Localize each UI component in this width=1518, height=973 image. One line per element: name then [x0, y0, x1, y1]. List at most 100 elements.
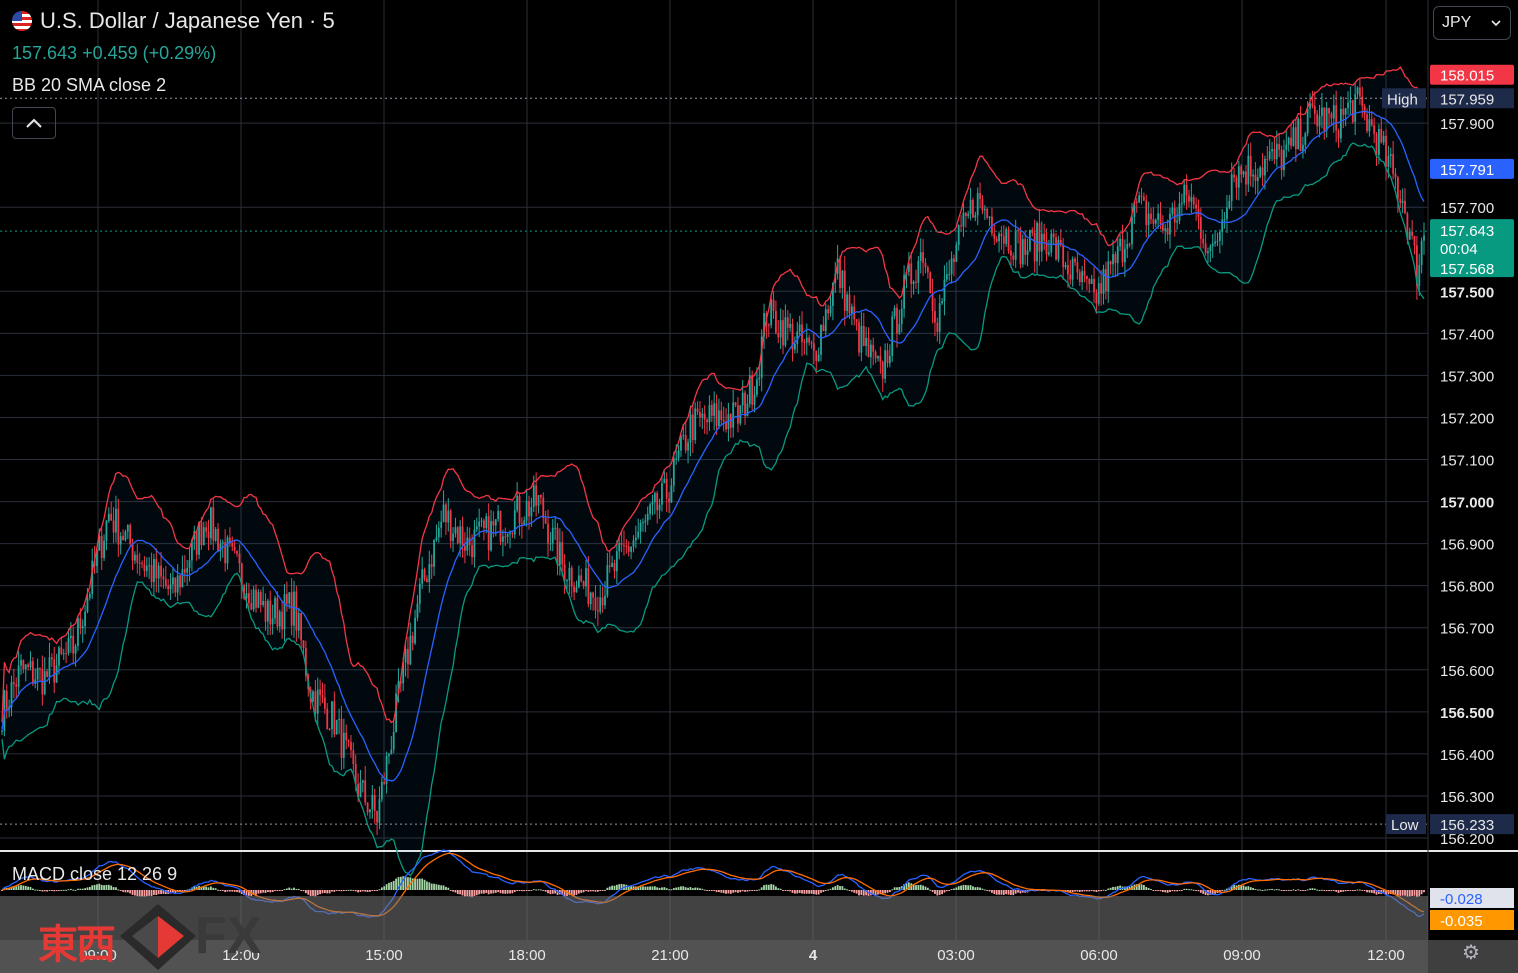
macd-histogram-bar [1271, 888, 1273, 890]
macd-histogram-bar [461, 890, 464, 896]
candle-body [1285, 144, 1288, 150]
candle-body [300, 612, 303, 641]
candle-body [1202, 238, 1205, 244]
candle-body [1145, 200, 1148, 226]
symbol-header[interactable]: U.S. Dollar / Japanese Yen · 5 [12, 8, 335, 34]
last-price-label: 157.643 [1440, 223, 1494, 240]
price-label: 157.791 [1440, 162, 1494, 179]
macd-histogram-bar [596, 890, 599, 892]
candle-body [613, 563, 616, 572]
candle-body [179, 575, 181, 588]
candle-body [12, 682, 15, 685]
macd-histogram-bar [886, 890, 889, 893]
candle-body [820, 324, 822, 355]
price-chart[interactable]: 157.900 157.700 157.500 157.400 157.300 157.2… [0, 0, 1518, 973]
candle-body [620, 542, 623, 545]
collapse-button[interactable] [12, 107, 56, 139]
macd-histogram-bar [17, 885, 20, 890]
macd-histogram-bar [1190, 889, 1193, 891]
macd-histogram-bar [435, 884, 438, 890]
candle-body [176, 575, 179, 593]
candle-body [433, 539, 435, 567]
settings-icon[interactable]: ⚙ [1462, 940, 1480, 965]
candle-body [67, 638, 70, 654]
candle-body [684, 435, 687, 451]
candle-body [214, 528, 217, 541]
macd-histogram-bar [1356, 889, 1359, 891]
macd-histogram-bar [88, 886, 91, 890]
macd-histogram-bar [1332, 890, 1335, 891]
watermark-logo-icon [120, 904, 196, 970]
candle-body [43, 671, 46, 695]
macd-histogram-bar [464, 890, 466, 897]
candle-body [250, 603, 253, 610]
macd-histogram-bar [782, 890, 784, 891]
y-tick-label: 156.700 [1440, 621, 1494, 638]
chevron-down-icon [1491, 20, 1501, 27]
candle-body [1230, 174, 1233, 201]
candle-body [1157, 213, 1160, 220]
macd-histogram-bar [1368, 890, 1371, 893]
macd-histogram-bar [160, 890, 162, 895]
candle-body [1342, 108, 1345, 115]
candle [1007, 226, 1010, 254]
macd-histogram-bar [962, 884, 965, 890]
macd-histogram-bar [316, 890, 319, 896]
candle-body [119, 536, 122, 545]
candle-body [1321, 107, 1323, 116]
candle-body [1313, 106, 1316, 114]
currency-select[interactable]: JPY [1433, 6, 1511, 40]
candle-body [1026, 250, 1029, 255]
candle-body [1195, 204, 1198, 209]
candle-body [475, 526, 478, 530]
candle-body [1085, 275, 1088, 280]
macd-histogram-bar [426, 881, 428, 890]
candle-body [69, 635, 72, 639]
candle-body [518, 496, 521, 524]
macd-histogram-bar [347, 889, 350, 891]
macd-histogram-bar [134, 890, 136, 896]
macd-histogram-bar [934, 890, 936, 894]
candle-body [188, 560, 191, 569]
macd-histogram-bar [1256, 889, 1259, 891]
candle-body [817, 354, 820, 362]
macd-histogram-bar [466, 890, 469, 897]
macd-histogram-bar [60, 889, 63, 891]
macd-histogram-bar [69, 888, 72, 890]
countdown-label: 00:04 [1440, 241, 1478, 258]
candle-body [879, 355, 882, 362]
macd-label[interactable]: MACD close 12 26 9 [12, 864, 177, 885]
candle-body [293, 591, 295, 626]
macd-histogram-bar [860, 890, 863, 896]
macd-histogram-bar [1275, 889, 1278, 891]
macd-histogram-bar [656, 887, 659, 890]
candle-body [767, 324, 770, 326]
candle-body [1204, 243, 1207, 254]
candle-body [623, 544, 625, 546]
bb-indicator-label[interactable]: BB 20 SMA close 2 [12, 75, 166, 96]
candle-body [770, 299, 773, 326]
candle-body [15, 684, 18, 687]
candle-body [1389, 154, 1392, 156]
macd-histogram-bar [119, 890, 122, 891]
candle-body [148, 565, 151, 567]
macd-histogram-bar [1316, 889, 1319, 891]
candle-body [962, 212, 965, 227]
candle-body [1002, 236, 1005, 244]
candle-body [1275, 143, 1278, 160]
candle-body [1123, 248, 1126, 263]
candle [214, 527, 217, 543]
candle-body [1052, 233, 1055, 238]
candle-body [665, 478, 668, 499]
candle-body [27, 664, 30, 668]
candle-body [1100, 283, 1103, 294]
candle-body [1183, 184, 1186, 203]
macd-histogram-bar [815, 890, 818, 895]
macd-histogram-bar [1306, 889, 1309, 891]
candle-body [504, 536, 507, 538]
macd-histogram-bar [91, 885, 94, 890]
macd-histogram-bar [1354, 890, 1357, 891]
candle-body [812, 343, 815, 351]
candle-body [1316, 113, 1319, 127]
candle-body [677, 450, 680, 459]
